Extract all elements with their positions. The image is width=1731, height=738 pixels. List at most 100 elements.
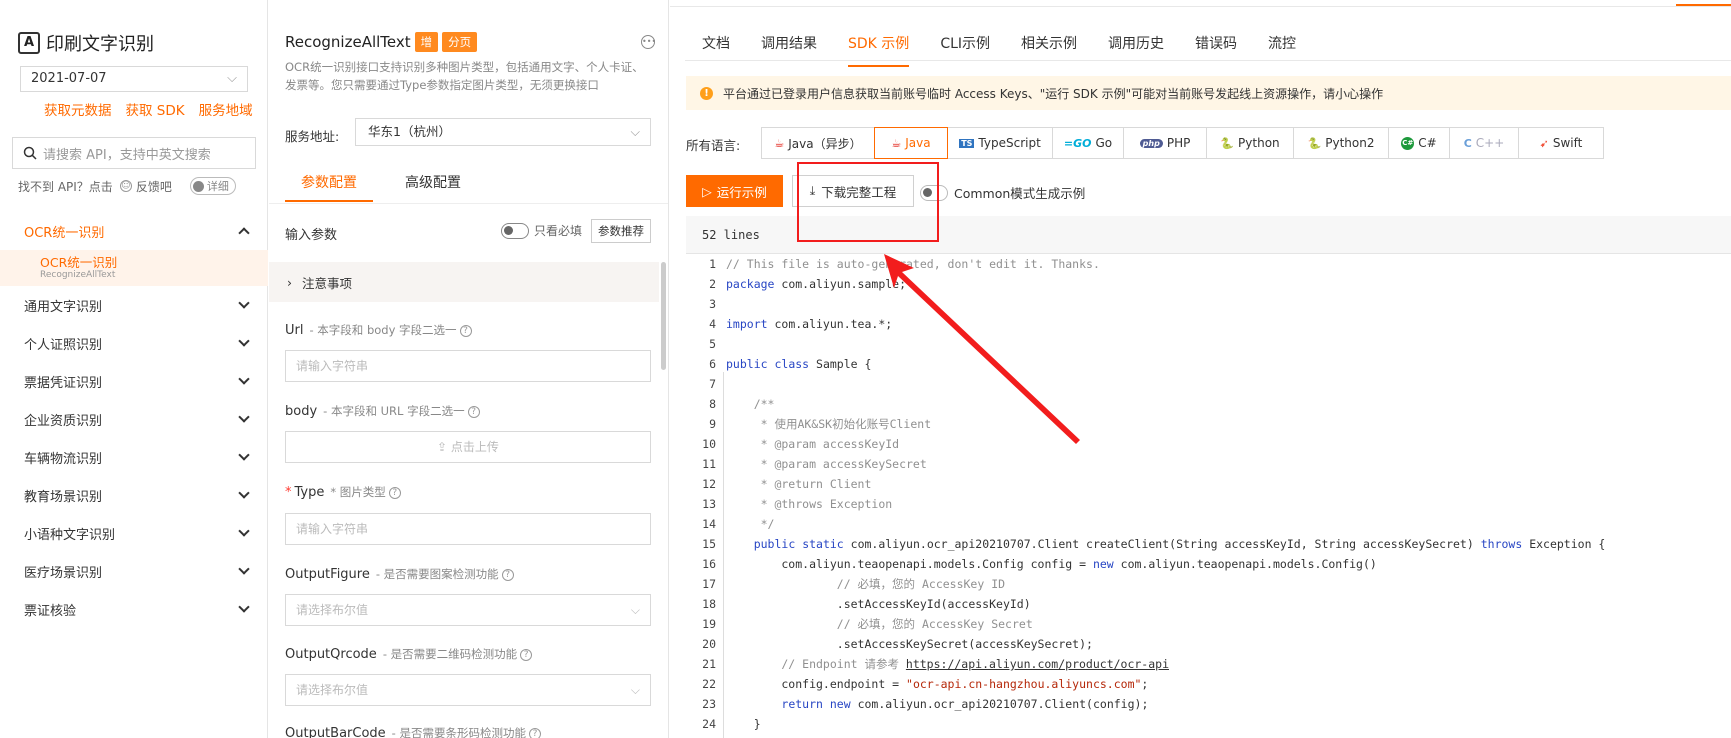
lang-label: C#: [1418, 136, 1437, 150]
help-icon[interactable]: ?: [459, 324, 472, 337]
code-viewer[interactable]: 1// This file is auto-generated, don't e…: [686, 254, 1731, 738]
output-figure-select[interactable]: 请选择布尔值 ⌵: [285, 594, 651, 626]
code-line: 19 // 必填，您的 AccessKey Secret: [686, 614, 1731, 634]
service-region-link[interactable]: 服务地域: [199, 99, 253, 119]
feedback-link[interactable]: 反馈吧: [136, 178, 172, 195]
lang-tab-java-async[interactable]: ☕ Java（异步）: [761, 127, 875, 159]
nav-item-subtitle: RecognizeAllText: [40, 269, 116, 280]
nav-group-ocr-unified[interactable]: OCR统一识别: [0, 212, 268, 250]
search-icon: [23, 146, 37, 160]
tab-call-result[interactable]: 调用结果: [761, 33, 817, 67]
language-label: 所有语言:: [686, 138, 741, 153]
tab-related-examples[interactable]: 相关示例: [1021, 33, 1077, 67]
code-line: 3: [686, 294, 1731, 314]
required-only-toggle[interactable]: 只看必填: [501, 222, 582, 239]
help-icon[interactable]: ?: [467, 405, 480, 418]
param-recommend-button[interactable]: 参数推荐: [591, 219, 651, 243]
api-name-text: RecognizeAllText: [285, 33, 411, 51]
output-qrcode-select[interactable]: 请选择布尔值 ⌵: [285, 674, 651, 706]
left-sidebar: A 印刷文字识别 2021-07-07 ⌵ 获取元数据 获取 SDK 服务地域 …: [0, 0, 268, 738]
field-label-body: body - 本字段和 URL 字段二选一?: [285, 403, 480, 419]
nav-group[interactable]: 票据凭证识别: [0, 362, 268, 400]
field-name: Type: [294, 485, 325, 500]
code-text: public class Sample {: [726, 357, 872, 371]
lang-tab-cpp[interactable]: C C++: [1449, 127, 1519, 159]
lang-tab-go[interactable]: =GO Go: [1052, 127, 1124, 159]
lang-tab-python2[interactable]: 🐍 Python2: [1293, 127, 1389, 159]
nav-item-recognize-all-text[interactable]: OCR统一识别 RecognizeAllText: [0, 250, 268, 286]
help-icon[interactable]: ?: [501, 568, 514, 581]
nav-group[interactable]: 票证核验: [0, 590, 268, 628]
detail-toggle[interactable]: 详细: [189, 177, 236, 195]
help-icon[interactable]: ?: [388, 486, 401, 499]
notes-collapsible[interactable]: › 注意事项: [269, 262, 659, 302]
app-title-text: 印刷文字识别: [46, 34, 154, 55]
scrollbar-thumb[interactable]: [661, 262, 666, 370]
tab-error-codes[interactable]: 错误码: [1195, 33, 1237, 67]
collapse-icon[interactable]: •••: [641, 35, 656, 49]
code-text: public static com.aliyun.ocr_api20210707…: [753, 537, 1606, 551]
code-line: 18 .setAccessKeyId(accessKeyId): [686, 594, 1731, 614]
tab-advanced-config[interactable]: 高级配置: [405, 172, 461, 202]
tag-page: 分页: [442, 32, 478, 52]
line-count: 52 lines: [702, 228, 760, 242]
run-example-label: 运行示例: [716, 184, 767, 200]
code-text: config.endpoint = "ocr-api.cn-hangzhou.a…: [726, 677, 1149, 691]
lang-tab-swift[interactable]: ➹ Swift: [1518, 127, 1604, 159]
tab-param-config[interactable]: 参数配置: [285, 172, 373, 202]
endpoint-select[interactable]: 华东1（杭州） ⌵: [355, 118, 651, 146]
url-input[interactable]: 请输入字符串: [285, 350, 651, 382]
api-search-input[interactable]: 请搜索 API，支持中英文搜索: [12, 137, 256, 169]
tab-docs[interactable]: 文档: [702, 33, 730, 67]
upload-icon: ⇪: [437, 440, 451, 454]
nav-group[interactable]: 企业资质识别: [0, 400, 268, 438]
common-mode-toggle[interactable]: Common模式生成示例: [920, 183, 1085, 202]
lang-tab-python[interactable]: 🐍 Python: [1206, 127, 1294, 159]
code-line: 12 * @return Client: [686, 474, 1731, 494]
upload-label: 点击上传: [450, 440, 499, 454]
get-sdk-link[interactable]: 获取 SDK: [126, 99, 185, 119]
code-text: // 必填，您的 AccessKey Secret: [726, 617, 1033, 631]
endpoint-value: 华东1（杭州）: [368, 124, 451, 139]
divider: [269, 203, 668, 204]
java-cup-icon: ☕: [891, 136, 902, 150]
endpoint-docs-link[interactable]: https://api.aliyun.com/product/ocr-api: [906, 657, 1169, 671]
nav-group-label: 企业资质识别: [24, 413, 103, 429]
get-metadata-link[interactable]: 获取元数据: [44, 99, 112, 119]
field-note: - 是否需要二维码检测功能: [382, 647, 518, 661]
run-example-button[interactable]: ▷ 运行示例: [686, 175, 783, 207]
nav-group[interactable]: 个人证照识别: [0, 324, 268, 362]
tab-sdk-example[interactable]: SDK 示例: [848, 33, 910, 67]
lang-tab-java[interactable]: ☕ Java: [874, 127, 948, 159]
chevron-down-icon: [238, 373, 250, 385]
code-line: 17 // 必填，您的 AccessKey ID: [686, 574, 1731, 594]
version-select[interactable]: 2021-07-07 ⌵: [20, 66, 248, 92]
code-line: 24 }: [686, 714, 1731, 734]
chevron-down-icon: [238, 449, 250, 461]
nav-group[interactable]: 小语种文字识别: [0, 514, 268, 552]
toggle-switch[interactable]: [501, 222, 529, 239]
lang-label: TypeScript: [978, 136, 1041, 150]
type-input[interactable]: 请输入字符串: [285, 513, 651, 545]
nav-group[interactable]: 医疗场景识别: [0, 552, 268, 590]
code-text: import com.aliyun.tea.*;: [726, 317, 893, 331]
nav-group[interactable]: 车辆物流识别: [0, 438, 268, 476]
lang-tab-typescript[interactable]: TS TypeScript: [947, 127, 1053, 159]
tab-call-history[interactable]: 调用历史: [1108, 33, 1164, 67]
api-name: RecognizeAllText 增 分页: [285, 32, 478, 52]
lang-tab-csharp[interactable]: C# C#: [1388, 127, 1450, 159]
help-icon[interactable]: ?: [528, 727, 541, 738]
tag-add: 增: [414, 32, 439, 52]
help-icon[interactable]: ?: [520, 648, 533, 661]
tab-cli-example[interactable]: CLI示例: [940, 33, 990, 67]
lang-tab-php[interactable]: php PHP: [1123, 127, 1207, 159]
nav-group[interactable]: 通用文字识别: [0, 286, 268, 324]
body-upload-button[interactable]: ⇪ 点击上传: [285, 431, 651, 463]
feedback-row: 找不到 API？点击 ☺ 反馈吧 详细: [18, 177, 236, 195]
php-icon: php: [1139, 138, 1163, 148]
api-debug-panel: RecognizeAllText 增 分页 ••• OCR统一识别接口支持识别多…: [269, 0, 669, 738]
nav-group[interactable]: 教育场景识别: [0, 476, 268, 514]
tab-flow-control[interactable]: 流控: [1268, 33, 1296, 67]
code-line: 2 package com.aliyun.sample;: [686, 274, 1731, 294]
go-icon: =GO: [1063, 136, 1092, 150]
